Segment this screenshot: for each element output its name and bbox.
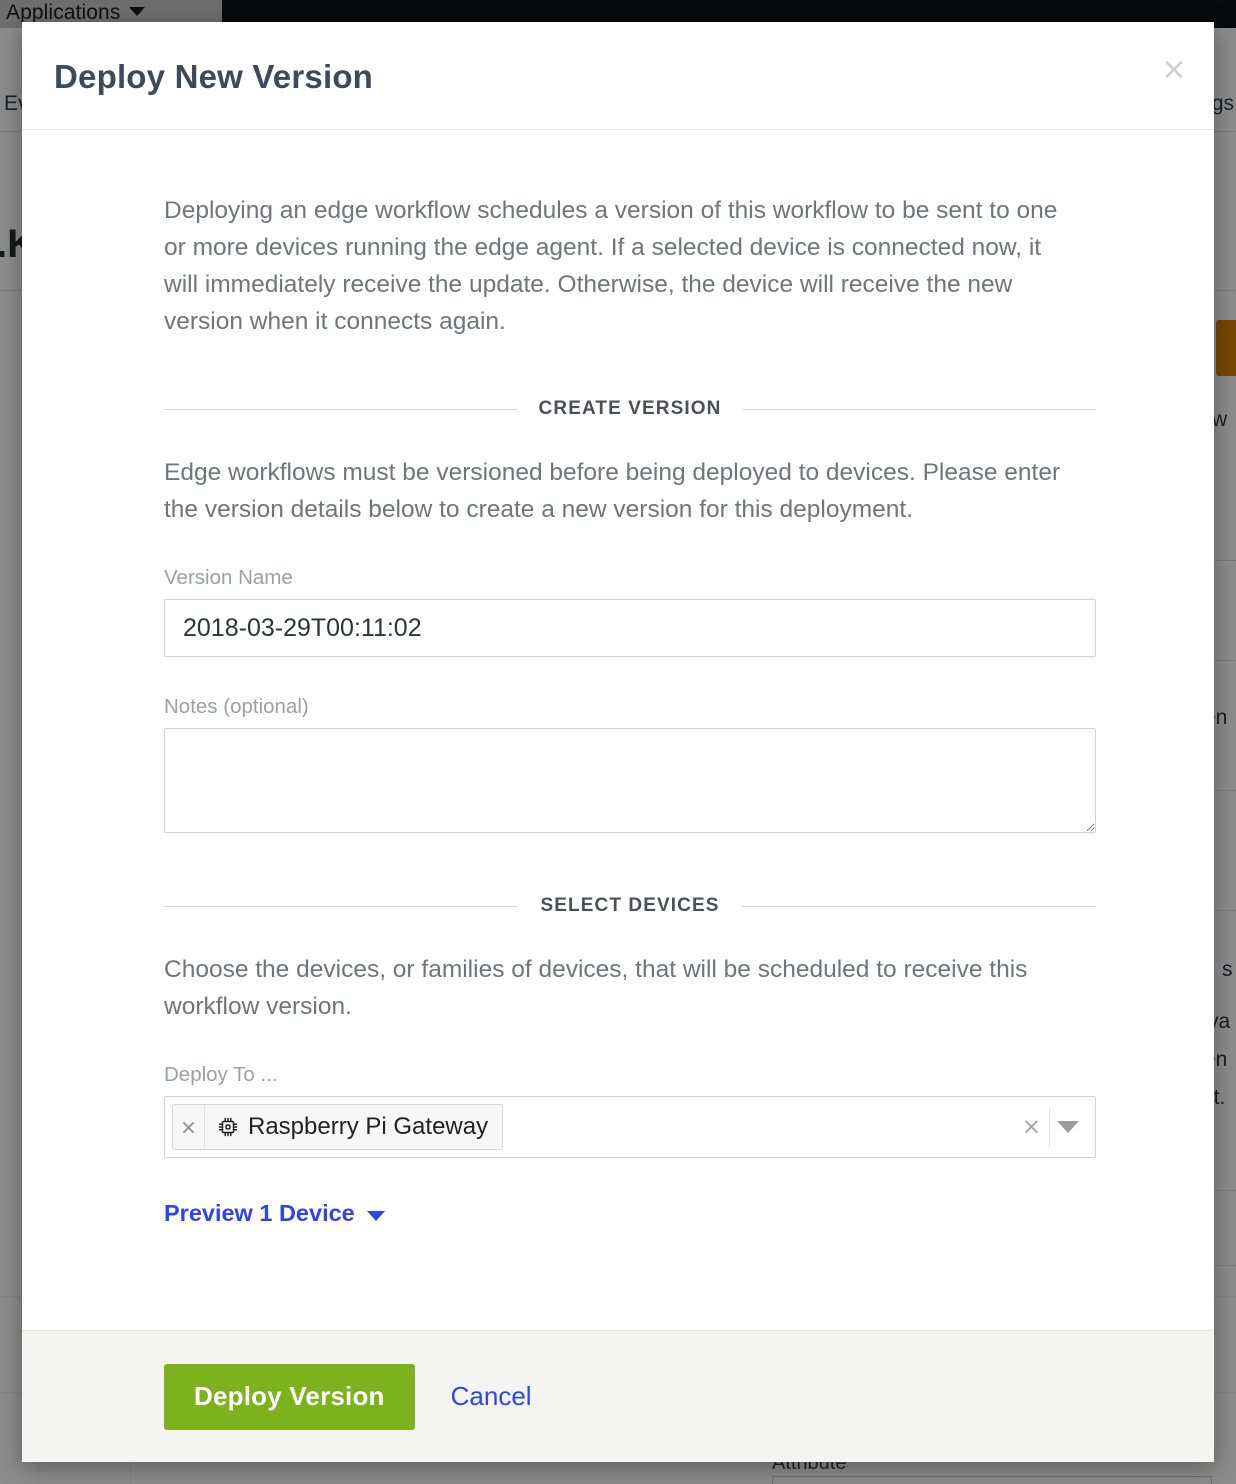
modal-footer: Deploy Version Cancel — [22, 1330, 1214, 1462]
close-icon[interactable]: × — [1154, 50, 1194, 90]
multiselect-separator — [1049, 1107, 1050, 1147]
microchip-icon — [217, 1116, 239, 1138]
preview-devices-label: Preview 1 Device — [164, 1200, 355, 1227]
notes-label: Notes (optional) — [164, 695, 1096, 719]
divider-line-right — [743, 409, 1096, 410]
create-version-caption: CREATE VERSION — [517, 398, 744, 420]
deploy-to-multiselect[interactable]: × — [164, 1096, 1096, 1158]
deploy-to-label: Deploy To ... — [164, 1063, 1096, 1087]
create-version-description: Edge workflows must be versioned before … — [164, 454, 1064, 528]
chevron-down-icon — [367, 1211, 385, 1221]
modal-body: Deploying an edge workflow schedules a v… — [22, 130, 1214, 1330]
deploy-to-field-group: Deploy To ... × — [164, 1063, 1096, 1158]
modal-header: Deploy New Version × — [22, 22, 1214, 130]
create-version-divider: CREATE VERSION — [164, 398, 1096, 420]
notes-textarea[interactable] — [164, 728, 1096, 833]
clear-selection-icon[interactable]: × — [1022, 1114, 1041, 1140]
deploy-version-button[interactable]: Deploy Version — [164, 1364, 415, 1430]
preview-devices-link[interactable]: Preview 1 Device — [164, 1200, 385, 1227]
chip-label-text: Raspberry Pi Gateway — [248, 1113, 488, 1141]
cancel-button[interactable]: Cancel — [451, 1381, 532, 1412]
divider-line-left — [164, 409, 517, 410]
page-root: Applications Ev gs .K w en s va en ut. A… — [0, 0, 1236, 1484]
notes-field-group: Notes (optional) — [164, 695, 1096, 833]
device-chip[interactable]: × — [172, 1104, 503, 1150]
select-devices-divider: SELECT DEVICES — [164, 895, 1096, 917]
chip-label-wrap: Raspberry Pi Gateway — [205, 1105, 502, 1149]
version-name-field-group: Version Name — [164, 566, 1096, 657]
chip-remove-icon[interactable]: × — [173, 1105, 205, 1149]
intro-paragraph: Deploying an edge workflow schedules a v… — [164, 192, 1064, 340]
divider-line-right — [742, 906, 1096, 907]
select-devices-caption: SELECT DEVICES — [518, 895, 741, 917]
select-devices-description: Choose the devices, or families of devic… — [164, 951, 1064, 1025]
version-name-input[interactable] — [164, 599, 1096, 657]
chevron-down-icon[interactable] — [1057, 1121, 1079, 1133]
divider-line-left — [164, 906, 518, 907]
modal-title: Deploy New Version — [54, 58, 373, 96]
version-name-label: Version Name — [164, 566, 1096, 590]
deploy-new-version-modal: Deploy New Version × Deploying an edge w… — [22, 22, 1214, 1462]
